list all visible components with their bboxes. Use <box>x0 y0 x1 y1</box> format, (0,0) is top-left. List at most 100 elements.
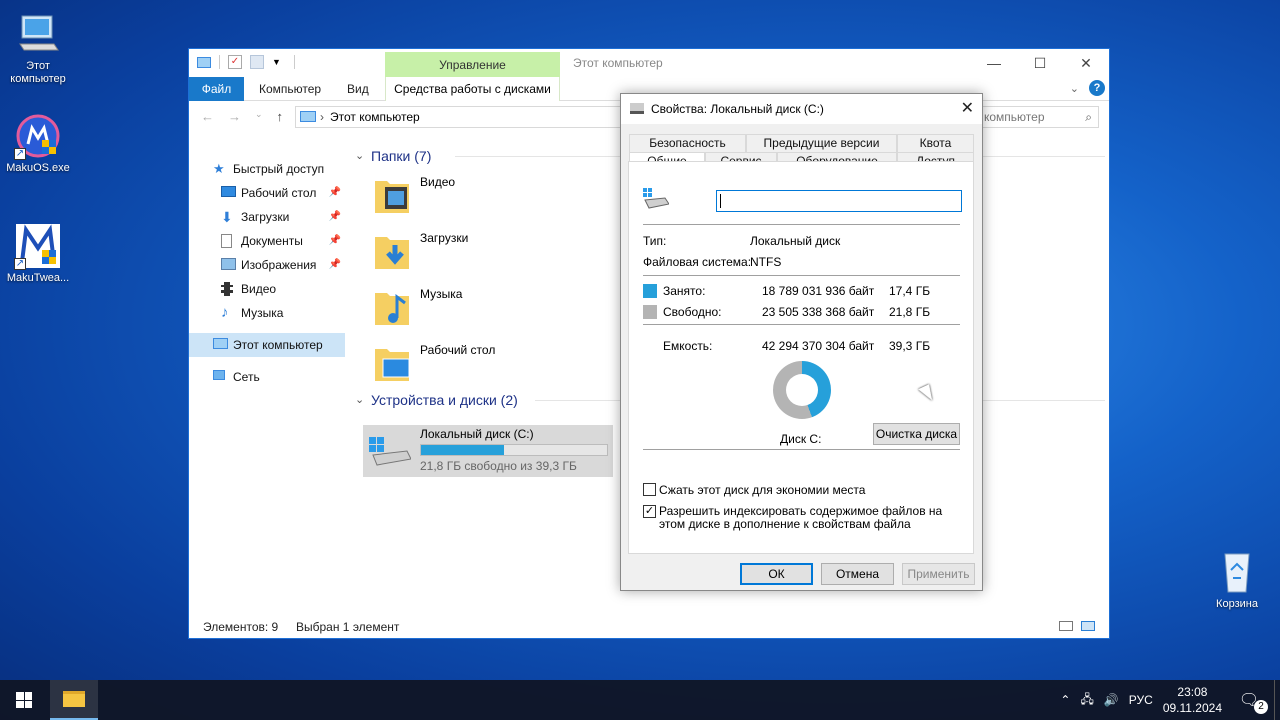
pin-icon[interactable]: 📌 <box>329 205 341 229</box>
chevron-down-icon[interactable]: ▼ <box>272 55 286 69</box>
taskbar-file-explorer[interactable] <box>50 680 98 720</box>
nav-item-desktop[interactable]: Рабочий стол 📌 <box>189 181 345 205</box>
tiles-view-icon[interactable] <box>1081 621 1095 631</box>
used-label: Занято: <box>663 284 706 298</box>
back-arrow-icon[interactable]: ← <box>201 109 214 124</box>
address-bar[interactable]: › Этот компьютер <box>295 106 625 128</box>
free-gb: 21,8 ГБ <box>889 305 931 319</box>
pin-icon[interactable]: 📌 <box>329 229 341 253</box>
volume-icon[interactable]: 🔊 <box>1104 693 1119 707</box>
properties-icon[interactable]: ✓ <box>228 55 242 69</box>
used-gb: 17,4 ГБ <box>889 284 931 298</box>
details-view-icon[interactable] <box>1059 621 1073 631</box>
downloads-folder-icon <box>373 229 411 271</box>
cancel-button[interactable]: Отмена <box>821 563 894 585</box>
makuos-icon: ↗ <box>14 112 62 160</box>
tab-security[interactable]: Безопасность <box>629 134 746 152</box>
nav-item-music[interactable]: ♪ Музыка <box>189 301 345 325</box>
disk-usage-donut-chart <box>773 361 831 419</box>
window-controls: — ☐ ✕ <box>971 49 1109 77</box>
close-icon[interactable]: ✕ <box>961 94 974 124</box>
notification-count-badge: 2 <box>1254 700 1268 714</box>
disk-cleanup-button[interactable]: Очистка диска <box>873 423 960 445</box>
recent-locations-icon[interactable]: ⌄ <box>255 109 263 124</box>
tab-view[interactable]: Вид <box>347 77 369 101</box>
show-desktop-button[interactable] <box>1274 680 1280 720</box>
drive-label-input[interactable] <box>716 190 962 212</box>
chevron-down-icon[interactable]: ⌄ <box>1070 82 1079 95</box>
video-icon <box>221 282 233 296</box>
desktop-icon-label: MakuOS.exe <box>6 162 70 174</box>
notification-center-button[interactable]: 🗨 2 <box>1234 690 1274 714</box>
video-folder-icon <box>373 173 411 215</box>
compress-checkbox[interactable] <box>643 483 656 496</box>
drive-name: Локальный диск (C:) <box>420 427 534 441</box>
nav-this-pc[interactable]: Этот компьютер <box>189 333 345 357</box>
collapse-chevron-icon[interactable]: ⌄ <box>355 389 364 411</box>
index-checkbox[interactable]: ✓ <box>643 505 656 518</box>
nav-network[interactable]: Сеть <box>189 365 345 389</box>
show-hidden-icons-chevron-icon[interactable]: ⌃ <box>1060 693 1070 707</box>
index-label: Разрешить индексировать содержимое файло… <box>659 504 943 531</box>
maximize-button[interactable]: ☐ <box>1017 49 1063 77</box>
desktop-icon-makutweaker[interactable]: ↗ MakuTwea... <box>0 222 76 285</box>
manage-tab[interactable]: Управление <box>385 52 560 78</box>
drive-usage-fill <box>421 445 504 455</box>
computer-icon <box>14 10 62 58</box>
nav-item-pictures[interactable]: Изображения 📌 <box>189 253 345 277</box>
shortcut-arrow-icon: ↗ <box>14 258 26 270</box>
tab-disk-tools[interactable]: Средства работы с дисками <box>385 77 560 101</box>
status-selection: Выбран 1 элемент <box>296 620 400 634</box>
nav-item-documents[interactable]: Документы 📌 <box>189 229 345 253</box>
collapse-chevron-icon[interactable]: ⌄ <box>355 145 364 167</box>
chevron-right-icon[interactable]: › <box>320 107 324 127</box>
nav-quick-access[interactable]: ★ Быстрый доступ <box>189 157 345 181</box>
search-placeholder: компьютер <box>984 110 1045 124</box>
music-icon: ♪ <box>221 304 229 321</box>
minimize-button[interactable]: — <box>971 49 1017 77</box>
ribbon-right-icons: ⌄ ? <box>1070 80 1105 96</box>
network-icon[interactable]: 🖧 <box>1080 690 1093 711</box>
document-icon <box>221 234 232 248</box>
clock[interactable]: 23:08 09.11.2024 <box>1163 684 1222 716</box>
tab-computer[interactable]: Компьютер <box>259 77 321 101</box>
forward-arrow-icon[interactable]: → <box>228 109 241 124</box>
up-arrow-icon[interactable]: ↑ <box>277 109 284 124</box>
desktop-icon <box>221 186 236 197</box>
pin-icon[interactable]: 📌 <box>329 253 341 277</box>
status-bar: Элементов: 9 Выбран 1 элемент <box>189 616 1109 638</box>
desktop-icon-this-pc[interactable]: Этот компьютер <box>0 10 76 86</box>
free-label: Свободно: <box>663 305 722 319</box>
search-input[interactable]: компьютер ⌕ <box>979 106 1099 128</box>
used-bytes: 18 789 031 936 байт <box>762 284 875 298</box>
tab-file[interactable]: Файл <box>189 77 244 101</box>
ok-button[interactable]: ОК <box>740 563 813 585</box>
help-icon[interactable]: ? <box>1089 80 1105 96</box>
new-folder-icon[interactable] <box>250 55 264 69</box>
computer-icon <box>300 111 316 122</box>
drive-item-c[interactable]: Локальный диск (C:) 21,8 ГБ свободно из … <box>363 425 613 477</box>
star-icon: ★ <box>213 161 225 176</box>
language-indicator[interactable]: РУС <box>1129 693 1153 707</box>
drive-usage-bar <box>420 444 608 456</box>
pin-icon[interactable]: 📌 <box>329 181 341 205</box>
nav-item-downloads[interactable]: ⬇ Загрузки 📌 <box>189 205 345 229</box>
start-button[interactable] <box>0 680 48 720</box>
tab-quota[interactable]: Квота <box>897 134 974 152</box>
capacity-label: Емкость: <box>663 339 713 353</box>
computer-icon[interactable] <box>197 56 211 68</box>
address-text: Этот компьютер <box>330 110 420 124</box>
filesystem-value: NTFS <box>750 255 782 269</box>
clock-time: 23:08 <box>1177 685 1208 699</box>
close-button[interactable]: ✕ <box>1063 49 1109 77</box>
free-space-swatch <box>643 305 657 319</box>
apply-button[interactable]: Применить <box>902 563 975 585</box>
desktop-icon-label: MakuTwea... <box>6 272 70 284</box>
desktop-icon-makuos[interactable]: ↗ MakuOS.exe <box>0 112 76 175</box>
desktop-icon-recycle-bin[interactable]: Корзина <box>1199 548 1275 611</box>
system-tray: ⌃ 🖧 🔊 РУС 23:08 09.11.2024 🗨 2 <box>1060 680 1280 720</box>
quick-access-toolbar: ✓ ▼ <box>197 55 295 69</box>
nav-item-videos[interactable]: Видео <box>189 277 345 301</box>
tab-previous-versions[interactable]: Предыдущие версии <box>746 134 897 152</box>
general-tab-panel: Тип: Локальный диск Файловая система: NT… <box>628 161 974 554</box>
